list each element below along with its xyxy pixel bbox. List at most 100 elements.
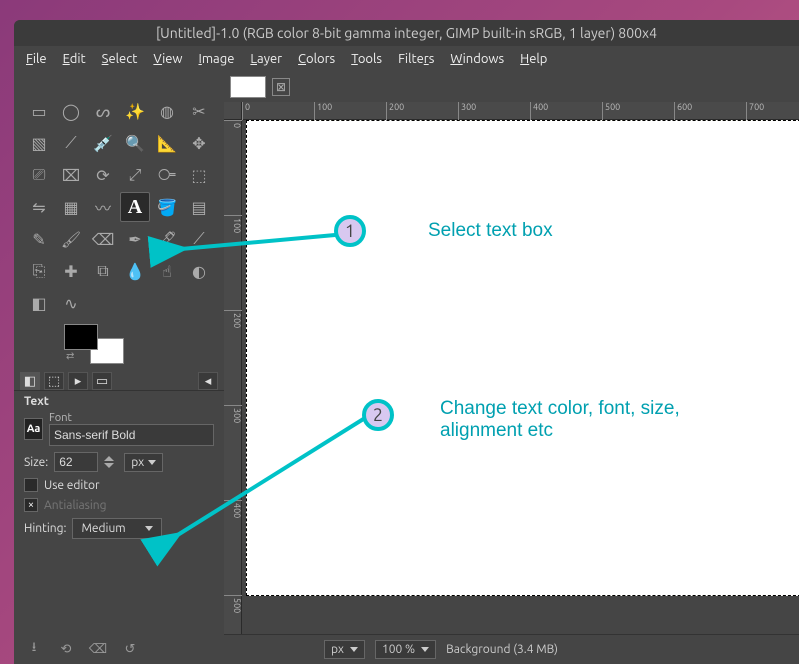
hinting-select[interactable]: Medium xyxy=(72,518,162,539)
airbrush-tool[interactable]: ✒ xyxy=(120,224,150,254)
ruler-tick: 300 xyxy=(224,405,242,423)
smudge-tool[interactable]: ☝ xyxy=(152,256,182,286)
tab-menu-icon[interactable]: ◂ xyxy=(198,372,218,390)
color-picker-tool[interactable]: 💉 xyxy=(88,128,118,158)
menu-edit[interactable]: Edit xyxy=(57,50,92,68)
cage-tool[interactable]: ▦ xyxy=(56,192,86,222)
move-tool[interactable]: ✥ xyxy=(184,128,214,158)
font-input[interactable] xyxy=(49,424,214,446)
menubar[interactable]: File Edit Select View Image Layer Colors… xyxy=(14,46,799,72)
menu-select[interactable]: Select xyxy=(96,50,144,68)
rect-select-tool[interactable]: ▭ xyxy=(24,96,54,126)
image-thumbnail[interactable] xyxy=(230,76,266,98)
tab-image[interactable]: ▭ xyxy=(92,372,112,390)
scale-tool[interactable]: ⤢ xyxy=(120,160,150,190)
save-options-icon[interactable]: ⭳ xyxy=(24,640,44,658)
ruler-tick: 500 xyxy=(224,595,242,613)
ruler-tick: 200 xyxy=(386,102,404,120)
tab-tool-options[interactable]: ◧ xyxy=(20,372,40,390)
size-input[interactable] xyxy=(54,452,98,472)
titlebar: [Untitled]-1.0 (RGB color 8-bit gamma in… xyxy=(14,20,799,46)
perspective-tool[interactable]: ⬚ xyxy=(184,160,214,190)
ellipse-select-tool[interactable]: ◯ xyxy=(56,96,86,126)
chevron-down-icon xyxy=(145,526,153,531)
size-unit-select[interactable]: px xyxy=(124,453,163,472)
menu-colors[interactable]: Colors xyxy=(292,50,341,68)
tool-options-footer: ⭳ ⟲ ⌫ ↺ xyxy=(14,636,224,664)
status-unit-select[interactable]: px xyxy=(324,640,365,659)
chevron-up-icon[interactable] xyxy=(104,456,114,461)
text-tool[interactable]: A xyxy=(120,192,150,222)
ruler-tick: 100 xyxy=(224,215,242,233)
menu-layer[interactable]: Layer xyxy=(244,50,288,68)
menu-help[interactable]: Help xyxy=(514,50,553,68)
close-image-button[interactable]: ⊠ xyxy=(272,78,290,96)
size-spinner[interactable] xyxy=(104,456,118,468)
tool-options-title: Text xyxy=(24,395,214,408)
crop-tool[interactable]: ⌧ xyxy=(56,160,86,190)
perspective-clone-tool[interactable]: ⧉ xyxy=(88,256,118,286)
font-preview-icon[interactable]: Aa xyxy=(24,418,43,440)
canvas[interactable] xyxy=(246,120,799,596)
menu-filters[interactable]: Filters xyxy=(392,50,440,68)
bucket-fill-tool[interactable]: 🪣 xyxy=(152,192,182,222)
paths-tool[interactable]: ⟋ xyxy=(56,128,86,158)
pencil-tool[interactable]: ✎ xyxy=(24,224,54,254)
reset-options-icon[interactable]: ↺ xyxy=(120,640,140,658)
flip-tool[interactable]: ⇋ xyxy=(24,192,54,222)
use-editor-checkbox[interactable] xyxy=(24,478,38,492)
ruler-tick: 400 xyxy=(224,500,242,518)
antialiasing-checkbox[interactable]: × xyxy=(24,498,38,512)
clone-tool[interactable]: ⎘ xyxy=(24,256,54,286)
warp-tool[interactable]: 〰 xyxy=(88,192,118,222)
menu-file[interactable]: File xyxy=(20,50,53,68)
status-zoom-select[interactable]: 100 % xyxy=(375,640,436,659)
tab-device[interactable]: ⬚ xyxy=(44,372,64,390)
ruler-tick: 500 xyxy=(602,102,620,120)
shear-tool[interactable]: ⧃ xyxy=(152,160,182,190)
left-dock: ▭◯ᔕ✨◍✂▧⟋💉🔍📐✥⎚⌧⟳⤢⧃⬚⇋▦〰A🪣▤✎🖌⌫✒🖋⟋⎘✚⧉💧☝◐◧∿ ⇄… xyxy=(14,72,224,664)
free-select-tool[interactable]: ᔕ xyxy=(88,96,118,126)
paintbrush-tool[interactable]: 🖌 xyxy=(56,224,86,254)
window-title: [Untitled]-1.0 (RGB color 8-bit gamma in… xyxy=(156,25,657,41)
restore-options-icon[interactable]: ⟲ xyxy=(56,640,76,658)
antialiasing-label: Antialiasing xyxy=(44,499,107,512)
image-tabs: ⊠ xyxy=(224,72,799,102)
menu-tools[interactable]: Tools xyxy=(345,50,388,68)
intelligent-scissors-tool[interactable]: ✂ xyxy=(184,96,214,126)
toolbox-header xyxy=(24,78,214,90)
use-editor-label: Use editor xyxy=(44,479,100,492)
zoom-tool[interactable]: 🔍 xyxy=(120,128,150,158)
menu-image[interactable]: Image xyxy=(193,50,241,68)
fg-bg-color[interactable]: ⇄ xyxy=(64,324,124,364)
menu-view[interactable]: View xyxy=(147,50,188,68)
curves-tool[interactable]: ∿ xyxy=(56,288,86,318)
swap-colors-icon[interactable]: ⇄ xyxy=(66,350,74,362)
option-tabs: ◧ ⬚ ▸ ▭ ◂ xyxy=(14,372,224,391)
gradient-tool[interactable]: ▤ xyxy=(184,192,214,222)
foreground-select-tool[interactable]: ▧ xyxy=(24,128,54,158)
ruler-tick: 200 xyxy=(224,310,242,328)
fuzzy-select-tool[interactable]: ✨ xyxy=(120,96,150,126)
eraser-tool[interactable]: ⌫ xyxy=(88,224,118,254)
tab-history[interactable]: ▸ xyxy=(68,372,88,390)
chevron-down-icon[interactable] xyxy=(104,463,114,468)
ruler-tick: 300 xyxy=(458,102,476,120)
rotate-tool[interactable]: ⟳ xyxy=(88,160,118,190)
by-color-select-tool[interactable]: ◍ xyxy=(152,96,182,126)
heal-tool[interactable]: ✚ xyxy=(56,256,86,286)
ruler-tick: 0 xyxy=(224,120,242,128)
foreground-color[interactable] xyxy=(64,324,98,350)
delete-options-icon[interactable]: ⌫ xyxy=(88,640,108,658)
menu-windows[interactable]: Windows xyxy=(444,50,510,68)
ruler-tick: 600 xyxy=(674,102,692,120)
measure-tool[interactable]: 📐 xyxy=(152,128,182,158)
blur-tool[interactable]: 💧 xyxy=(120,256,150,286)
ruler-tick: 700 xyxy=(746,102,764,120)
ink-tool[interactable]: 🖋 xyxy=(152,224,182,254)
dodge-tool[interactable]: ◐ xyxy=(184,256,214,286)
align-tool[interactable]: ⎚ xyxy=(24,160,54,190)
mypaint-brush-tool[interactable]: ⟋ xyxy=(184,224,214,254)
desaturate-tool[interactable]: ◧ xyxy=(24,288,54,318)
image-area: ⊠ 0100200300400500600700 010020030040050… xyxy=(224,72,799,664)
